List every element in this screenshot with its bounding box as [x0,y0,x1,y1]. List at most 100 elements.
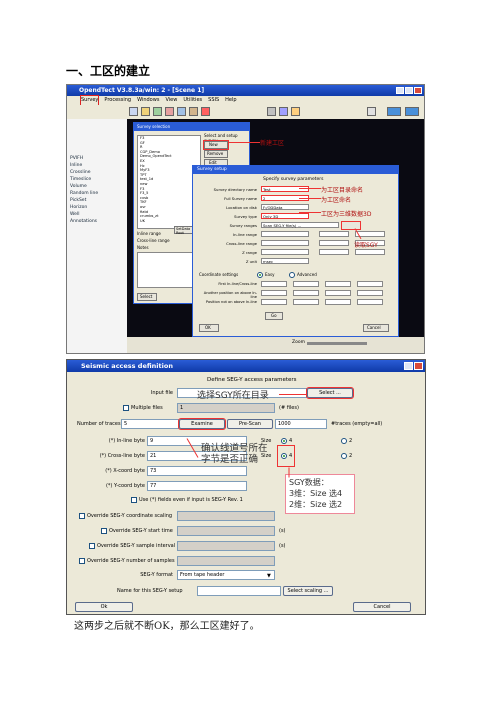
toolbar-icon[interactable] [129,107,138,116]
override-nsamples-field [177,556,275,566]
survey-setup-row-field[interactable]: msec [261,258,309,264]
prescan-traces-field[interactable]: 1000 [275,419,327,429]
coordinate-field[interactable] [325,299,351,305]
toolbar-icon[interactable] [291,107,300,116]
cancel-button[interactable]: Cancel [353,602,411,612]
menu-processing[interactable]: Processing [104,96,131,105]
tree-item[interactable]: Volume [67,183,127,190]
survey-setup-row-field[interactable] [261,231,309,237]
coordinate-field[interactable] [325,290,351,296]
coord-easy-radio[interactable] [257,272,263,278]
select-scaling-button[interactable]: Select scaling ... [283,586,333,596]
coordinate-field[interactable] [357,299,383,305]
close-icon[interactable] [414,362,423,370]
menu-view[interactable]: View [165,96,177,105]
tree-item[interactable]: Random line [67,190,127,197]
coordinate-field[interactable] [261,290,287,296]
survey-setup-row-label: Z unit [245,259,257,264]
new-survey-button[interactable]: New [203,140,229,150]
use-fields-checkbox[interactable] [131,497,137,503]
coordinate-field[interactable] [261,281,287,287]
toolbar-icon[interactable] [267,107,276,116]
tree-item[interactable]: Crossline [67,169,127,176]
survey-range-field[interactable] [319,240,349,246]
survey-cancel-button[interactable]: Cancel [363,324,389,332]
remove-survey-button[interactable]: Remove [204,150,228,158]
ok-button[interactable]: Ok [75,602,133,612]
tree-item[interactable]: Inline [67,162,127,169]
chevron-down-icon[interactable]: ▼ [267,573,271,579]
tree-item[interactable]: Timeslice [67,176,127,183]
annotation-arrow [299,198,321,199]
survey-setup-row-field[interactable] [261,249,309,255]
survey-range-field[interactable] [319,231,349,237]
menu-ssis[interactable]: SSIS [208,96,219,105]
tree-item[interactable]: PickSet [67,197,127,204]
help-icon[interactable] [404,362,413,370]
multiple-files-checkbox[interactable] [123,405,129,411]
close-icon[interactable] [414,87,422,94]
survey-setup-row-field[interactable]: Scan SEG-Y file(s) ... [261,222,339,228]
menu-survey[interactable]: Survey [79,95,100,106]
tree-item[interactable]: Horizon [67,204,127,211]
segy-format-select[interactable]: From tape header [177,570,275,580]
survey-setup-row-field[interactable]: F:/ODData [261,204,309,210]
examine-button[interactable]: Examine [178,418,226,430]
byte-row-field[interactable]: 77 [147,481,247,491]
survey-range-field[interactable] [355,249,385,255]
coordinate-field[interactable] [293,281,319,287]
size-4-radio[interactable] [281,438,287,444]
override-interval-field [177,541,275,551]
survey-setup-row-field[interactable] [261,240,309,246]
override-start-checkbox[interactable] [101,528,107,534]
size-2-label: 2 [349,438,353,444]
scan-button[interactable] [341,221,361,230]
survey-ok-button[interactable]: OK [199,324,219,332]
toolbar-icon[interactable] [367,107,376,116]
toolbar-icon[interactable] [189,107,198,116]
coordinate-field[interactable] [293,299,319,305]
coordinate-row: First In-line/Cross-line [199,281,394,289]
prescan-button[interactable]: Pre-Scan [227,419,273,429]
toolbar-icon[interactable] [201,107,210,116]
coordinate-field[interactable] [357,290,383,296]
zoom-out-icon[interactable] [405,107,419,116]
survey-setup-row-label: Full Survey name [224,196,257,201]
tree-item[interactable]: PVIFH [67,155,127,162]
menu-windows[interactable]: Windows [137,96,159,105]
toolbar-icon[interactable] [177,107,186,116]
override-nsamples-checkbox[interactable] [79,558,85,564]
tree-item[interactable]: Annotations [67,218,127,225]
minimize-icon[interactable] [396,87,404,94]
coordinate-field[interactable] [357,281,383,287]
zoom-in-icon[interactable] [387,107,401,116]
go-button[interactable]: Go [265,312,283,320]
maximize-icon[interactable] [405,87,413,94]
override-scaling-checkbox[interactable] [79,513,85,519]
coordinate-field[interactable] [293,290,319,296]
toolbar-icon[interactable] [165,107,174,116]
toolbar-icon[interactable] [141,107,150,116]
survey-range-field[interactable] [319,249,349,255]
size-2-radio[interactable] [341,438,347,444]
coordinate-field[interactable] [325,281,351,287]
survey-list-item[interactable]: UK [138,219,200,224]
coordinate-field[interactable] [261,299,287,305]
zoom-slider[interactable] [307,342,367,345]
menu-utilities[interactable]: Utilities [183,96,202,105]
select-button[interactable]: Select [137,293,157,301]
ntraces-field[interactable]: 5 [121,419,179,429]
window-titlebar: OpendTect V3.8.3a/win: 2 - [Scene 1] [67,85,424,96]
tree-item[interactable]: Well [67,211,127,218]
size-2-label: 2 [349,453,353,459]
select-file-button[interactable]: Select ... [306,387,354,399]
toolbar-icon[interactable] [153,107,162,116]
coord-advanced-radio[interactable] [289,272,295,278]
override-interval-checkbox[interactable] [89,543,95,549]
setup-name-field[interactable] [197,586,281,596]
toolbar-icon[interactable] [279,107,288,116]
ntraces-label: Number of traces [77,421,121,427]
byte-row-field[interactable]: 73 [147,466,247,476]
size-2-radio[interactable] [341,453,347,459]
menu-help[interactable]: Help [225,96,236,105]
